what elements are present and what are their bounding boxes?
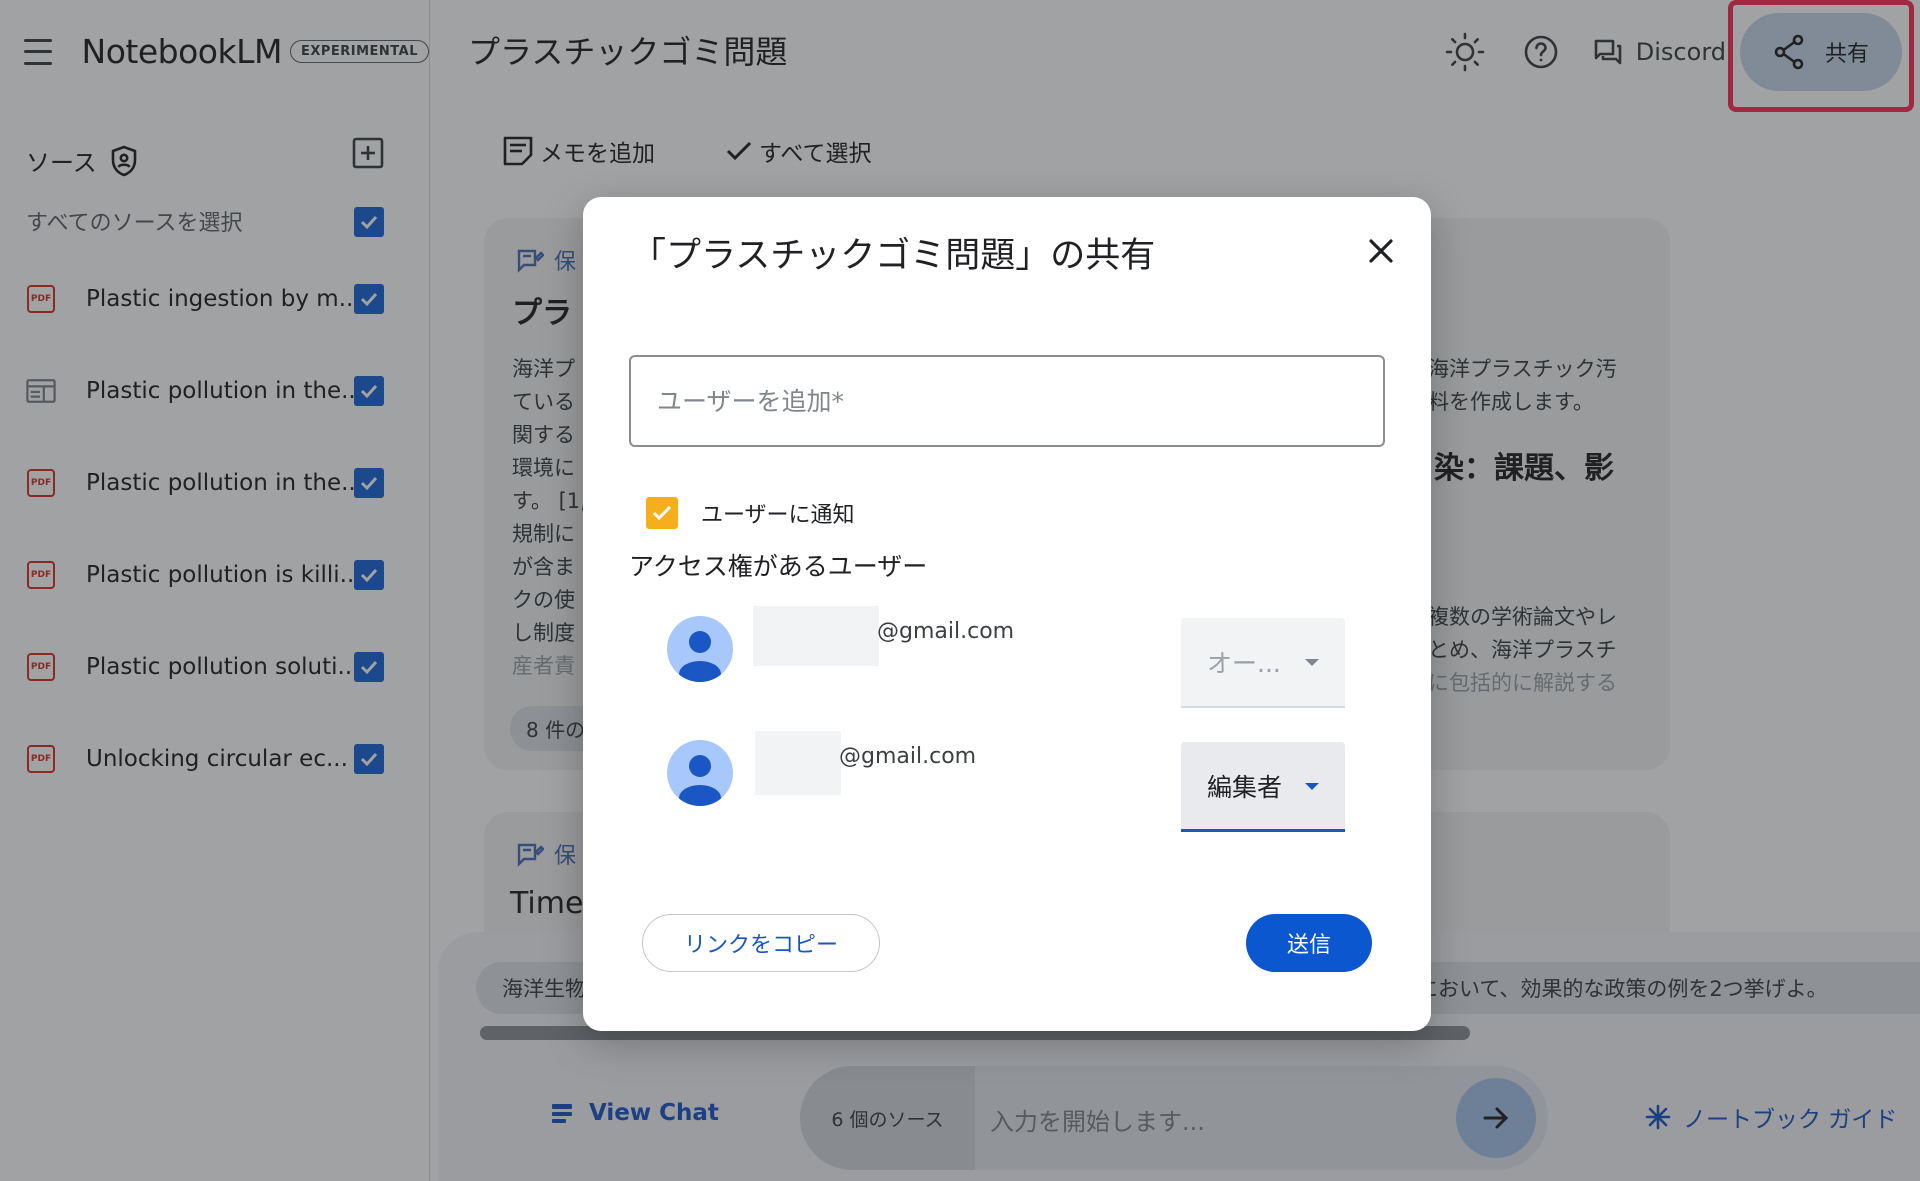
role-select-editor[interactable]: 編集者 <box>1181 742 1345 832</box>
role-value: オー... <box>1207 649 1281 678</box>
send-button[interactable]: 送信 <box>1246 914 1372 972</box>
role-select-owner: オー... <box>1181 618 1345 708</box>
add-user-input[interactable] <box>629 355 1385 447</box>
redacted-name <box>755 731 841 795</box>
person-icon <box>679 631 721 682</box>
chevron-down-icon <box>1305 783 1319 790</box>
role-value: 編集者 <box>1207 772 1283 802</box>
user-email: @gmail.com <box>839 744 977 769</box>
dialog-title: 「プラスチックゴミ問題」の共有 <box>631 236 1156 276</box>
close-icon <box>1369 239 1393 263</box>
notify-users-label: ユーザーに通知 <box>701 503 855 528</box>
copy-link-button[interactable]: リンクをコピー <box>642 914 880 972</box>
person-icon <box>679 755 721 806</box>
notify-users-checkbox[interactable] <box>646 497 678 529</box>
avatar <box>667 616 733 682</box>
user-email: @gmail.com <box>877 619 1015 644</box>
chevron-down-icon <box>1305 659 1319 666</box>
access-users-heading: アクセス権があるユーザー <box>629 552 928 581</box>
avatar <box>667 740 733 806</box>
redacted-name <box>753 606 879 666</box>
close-button[interactable] <box>1363 233 1399 269</box>
share-dialog: 「プラスチックゴミ問題」の共有 ユーザーに通知 アクセス権があるユーザー @gm… <box>583 197 1431 1031</box>
